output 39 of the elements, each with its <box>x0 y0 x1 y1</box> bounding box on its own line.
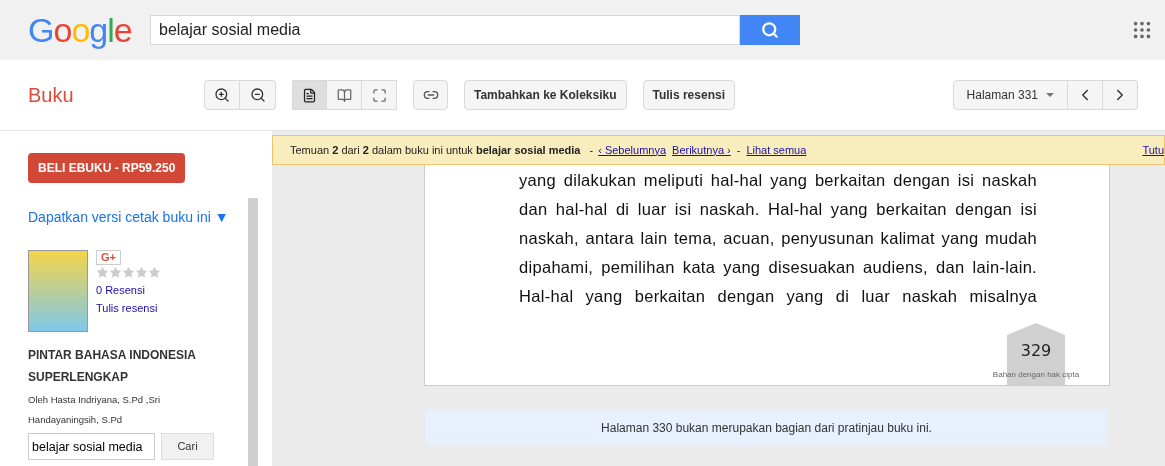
page-select[interactable]: Halaman 331 <box>952 80 1068 110</box>
write-review-button[interactable]: Tulis resensi <box>642 80 735 110</box>
scrollbar[interactable] <box>248 198 258 466</box>
buy-ebook-button[interactable]: BELI EBUKU - RP59.250 <box>28 153 186 183</box>
see-all-link[interactable]: Lihat semua <box>746 141 807 159</box>
view-mode-button[interactable] <box>292 80 327 110</box>
search-book-button[interactable]: Cari <box>161 433 214 460</box>
search-field[interactable]: belajar sosial media <box>150 15 740 45</box>
apps-grid-icon[interactable] <box>1131 19 1153 41</box>
separator-dash: - <box>589 142 594 158</box>
fullscreen-icon <box>371 87 387 103</box>
results-text: Temuan 2 dari 2 dalam buku ini untuk belajar sosial media <box>290 142 581 158</box>
next-link[interactable]: Berikutnya › <box>672 141 731 159</box>
link-button[interactable] <box>413 80 448 110</box>
separator-dash: - <box>736 142 741 158</box>
zoom-in-icon <box>214 87 230 103</box>
page-text: yang dilakukan meliputi hal-hal yang berkaitan dengan isi naskah dan hal-hal di luar isi naskah. Hal-hal yang berkaitan dengan isi naskah, antara lain tema, acuan, penyusunan kalimat yang mudah dipahami, pemilihan kata yang disesuakan audiens, dan lain-lain. Hal-hal yang berkaitan dengan yang di luar naskah misalnya <box>519 170 1037 307</box>
single-page-icon <box>302 87 317 103</box>
google-plus-button[interactable]: G+ <box>96 250 121 265</box>
page-number: 329 <box>1020 340 1052 362</box>
search-button[interactable] <box>740 15 800 45</box>
zoom-in-button[interactable] <box>204 80 240 110</box>
print-version-link[interactable]: Dapatkan versi cetak buku ini ▼ <box>28 207 229 228</box>
zoom-out-icon <box>249 87 266 103</box>
book-search-field[interactable]: belajar sosial media <box>28 433 155 460</box>
copyright-note: Bahan dengan hak cipta <box>992 369 1080 381</box>
search-icon <box>761 21 779 39</box>
preview-notice: Halaman 330 bukan merupakan bagian dari pratinjau buku ini. <box>426 410 1107 445</box>
write-review-link[interactable]: Tulis resensi <box>96 299 158 316</box>
two-page-icon <box>336 87 352 103</box>
reviews-link[interactable]: 0 Resensi <box>96 282 145 299</box>
book-title: PINTAR BAHASA INDONESIA SUPERLENGKAP <box>28 347 197 386</box>
section-title: Buku <box>27 83 75 108</box>
add-to-collection-button[interactable]: Tambahkan ke Koleksiku <box>464 80 627 110</box>
dropdown-caret-icon <box>1046 93 1054 97</box>
close-link[interactable]: Tutu <box>1142 141 1164 159</box>
zoom-out-button[interactable] <box>240 80 276 110</box>
previous-link[interactable]: ‹ Sebelumnya <box>598 141 667 159</box>
book-author: Oleh Hasta Indriyana, S.Pd ,Sri Handayaningsih, S.Pd <box>28 393 161 427</box>
